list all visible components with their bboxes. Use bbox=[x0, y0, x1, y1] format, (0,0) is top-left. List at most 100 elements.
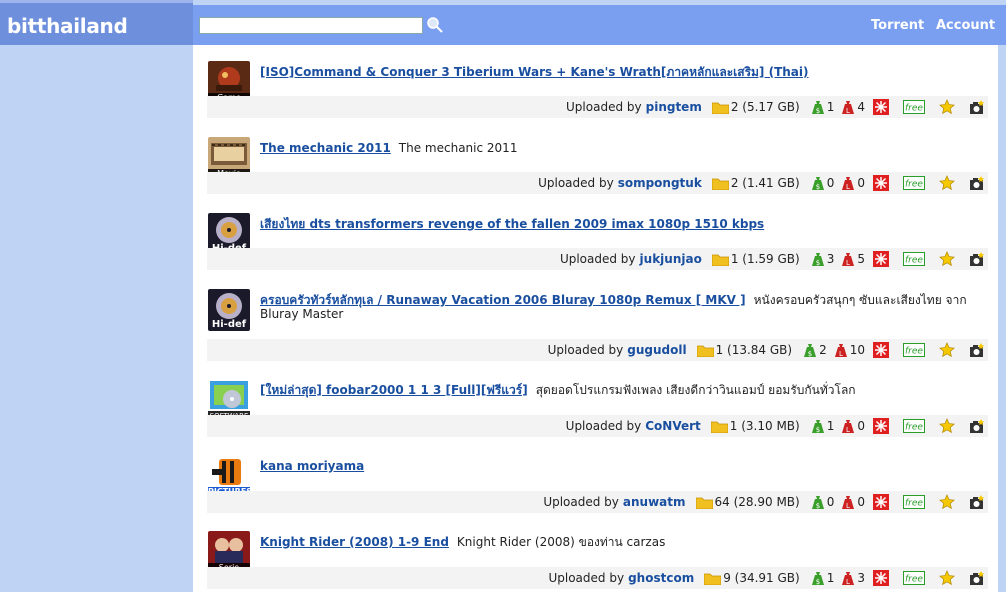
snapshot-camera-icon[interactable] bbox=[969, 342, 985, 358]
torrent-title-link[interactable]: [ISO]Command & Conquer 3 Tiberium Wars +… bbox=[260, 65, 809, 79]
torrent-title-link[interactable]: [ใหม่ล่าสุด] foobar2000 1 1 3 [Full][ฟรี… bbox=[260, 383, 528, 397]
svg-text:L: L bbox=[846, 259, 850, 267]
free-icon: free bbox=[903, 495, 925, 509]
svg-text:free: free bbox=[905, 575, 923, 585]
report-icon[interactable] bbox=[873, 342, 889, 358]
snapshot-camera-icon[interactable] bbox=[969, 175, 985, 191]
report-icon[interactable] bbox=[873, 570, 889, 586]
uploader-link[interactable]: gugudoll bbox=[627, 343, 686, 357]
leechers-icon: L bbox=[842, 252, 855, 267]
seeders-icon: $ bbox=[811, 252, 824, 267]
torrent-meta-row: Uploaded by anuwatm 64 (28.90 MB) $ 0 L … bbox=[207, 491, 988, 513]
free-icon: free bbox=[903, 571, 925, 585]
favorite-star-icon[interactable] bbox=[939, 342, 955, 358]
nav-torrent[interactable]: Torrent bbox=[871, 18, 924, 33]
leechers-icon: L bbox=[842, 495, 855, 510]
uploaded-by-label: Uploaded by bbox=[548, 571, 625, 585]
leechers-icon: L bbox=[842, 419, 855, 434]
torrent-meta-row: Uploaded by jukjunjao 1 (1.59 GB) $ 3 L … bbox=[207, 248, 988, 270]
snapshot-camera-icon[interactable] bbox=[969, 99, 985, 115]
uploader-link[interactable]: jukjunjao bbox=[640, 252, 702, 266]
folder-icon bbox=[711, 253, 730, 266]
favorite-star-icon[interactable] bbox=[939, 99, 955, 115]
snapshot-camera-icon[interactable] bbox=[969, 418, 985, 434]
torrent-title-link[interactable]: kana moriyama bbox=[260, 459, 364, 473]
favorite-star-icon[interactable] bbox=[939, 494, 955, 510]
search-icon[interactable] bbox=[426, 16, 444, 34]
svg-text:L: L bbox=[839, 350, 843, 358]
svg-text:free: free bbox=[905, 104, 923, 114]
seeders-icon: $ bbox=[811, 571, 824, 586]
svg-text:L: L bbox=[846, 107, 850, 115]
uploader-link[interactable]: CoNVert bbox=[645, 419, 701, 433]
site-logo[interactable]: bitthailand bbox=[7, 14, 128, 38]
nav-account[interactable]: Account bbox=[936, 18, 995, 33]
top-bar: Torrent Account bbox=[193, 5, 1006, 45]
leechers-icon: L bbox=[834, 343, 847, 358]
file-count: 64 (28.90 MB) bbox=[714, 495, 800, 509]
folder-icon bbox=[696, 344, 714, 357]
seeders-icon: $ bbox=[811, 100, 824, 115]
torrent-title-link[interactable]: Knight Rider (2008) 1-9 End bbox=[260, 535, 449, 549]
folder-icon bbox=[695, 496, 713, 509]
svg-text:$: $ bbox=[815, 259, 819, 267]
uploaded-by-label: Uploaded by bbox=[538, 176, 614, 190]
uploader-link[interactable]: pingtem bbox=[646, 100, 702, 114]
svg-text:L: L bbox=[846, 426, 850, 434]
report-icon[interactable] bbox=[873, 99, 889, 115]
uploader-link[interactable]: sompongtuk bbox=[618, 176, 702, 190]
seeders-count: 0 bbox=[826, 176, 835, 190]
leechers-count: 0 bbox=[857, 176, 865, 190]
svg-text:free: free bbox=[905, 347, 923, 357]
report-icon[interactable] bbox=[873, 494, 889, 510]
folder-icon bbox=[711, 177, 730, 190]
seeders-icon: $ bbox=[811, 419, 824, 434]
free-icon: free bbox=[903, 419, 925, 433]
seeders-count: 1 bbox=[826, 571, 835, 585]
svg-text:free: free bbox=[905, 180, 923, 190]
torrent-title-link[interactable]: ครอบครัวทัวร์หลักทุเล / Runaway Vacation… bbox=[260, 293, 746, 307]
torrent-description: สุดยอดโปรแกรมฟังเพลง เสียงดีกว่าวินแอมป์… bbox=[535, 383, 856, 397]
uploaded-by-label: Uploaded by bbox=[543, 495, 619, 509]
report-icon[interactable] bbox=[873, 175, 889, 191]
uploader-link[interactable]: ghostcom bbox=[628, 571, 694, 585]
folder-icon bbox=[703, 572, 722, 585]
torrent-meta-row: Uploaded by pingtem 2 (5.17 GB) $ 1 L 4 … bbox=[207, 96, 988, 118]
torrent-meta-row: Uploaded by ghostcom 9 (34.91 GB) $ 1 L … bbox=[207, 567, 988, 589]
free-icon: free bbox=[903, 176, 925, 190]
svg-text:L: L bbox=[846, 183, 850, 191]
favorite-star-icon[interactable] bbox=[939, 251, 955, 267]
uploaded-by-label: Uploaded by bbox=[547, 343, 624, 357]
thumbnail-caption: Hi-def bbox=[211, 319, 247, 330]
sidebar-header: bitthailand bbox=[0, 0, 193, 45]
snapshot-camera-icon[interactable] bbox=[969, 251, 985, 267]
search-input[interactable] bbox=[199, 17, 423, 34]
snapshot-camera-icon[interactable] bbox=[969, 494, 985, 510]
torrent-title-link[interactable]: เสียงไทย dts transformers revenge of the… bbox=[260, 217, 764, 231]
leechers-count: 0 bbox=[857, 495, 865, 509]
free-icon: free bbox=[903, 252, 925, 266]
favorite-star-icon[interactable] bbox=[939, 418, 955, 434]
svg-text:$: $ bbox=[815, 107, 819, 115]
leechers-count: 10 bbox=[849, 343, 865, 357]
free-icon: free bbox=[903, 100, 925, 114]
category-thumbnail-hidef[interactable]: Hi-def bbox=[208, 289, 250, 331]
torrent-meta-row: Uploaded by sompongtuk 2 (1.41 GB) $ 0 L… bbox=[207, 172, 988, 194]
seeders-count: 1 bbox=[826, 100, 835, 114]
snapshot-camera-icon[interactable] bbox=[969, 570, 985, 586]
report-icon[interactable] bbox=[873, 251, 889, 267]
report-icon[interactable] bbox=[873, 418, 889, 434]
file-count: 2 (5.17 GB) bbox=[730, 100, 800, 114]
leechers-count: 3 bbox=[857, 571, 865, 585]
file-count: 1 (13.84 GB) bbox=[715, 343, 793, 357]
leechers-icon: L bbox=[842, 571, 855, 586]
seeders-icon: $ bbox=[804, 343, 817, 358]
file-count: 1 (3.10 MB) bbox=[729, 419, 800, 433]
uploaded-by-label: Uploaded by bbox=[566, 100, 642, 114]
uploader-link[interactable]: anuwatm bbox=[623, 495, 686, 509]
favorite-star-icon[interactable] bbox=[939, 175, 955, 191]
torrent-title-link[interactable]: The mechanic 2011 bbox=[260, 141, 391, 155]
svg-text:free: free bbox=[905, 499, 923, 509]
torrent-meta-row: Uploaded by CoNVert 1 (3.10 MB) $ 1 L 0 … bbox=[207, 415, 988, 437]
favorite-star-icon[interactable] bbox=[939, 570, 955, 586]
